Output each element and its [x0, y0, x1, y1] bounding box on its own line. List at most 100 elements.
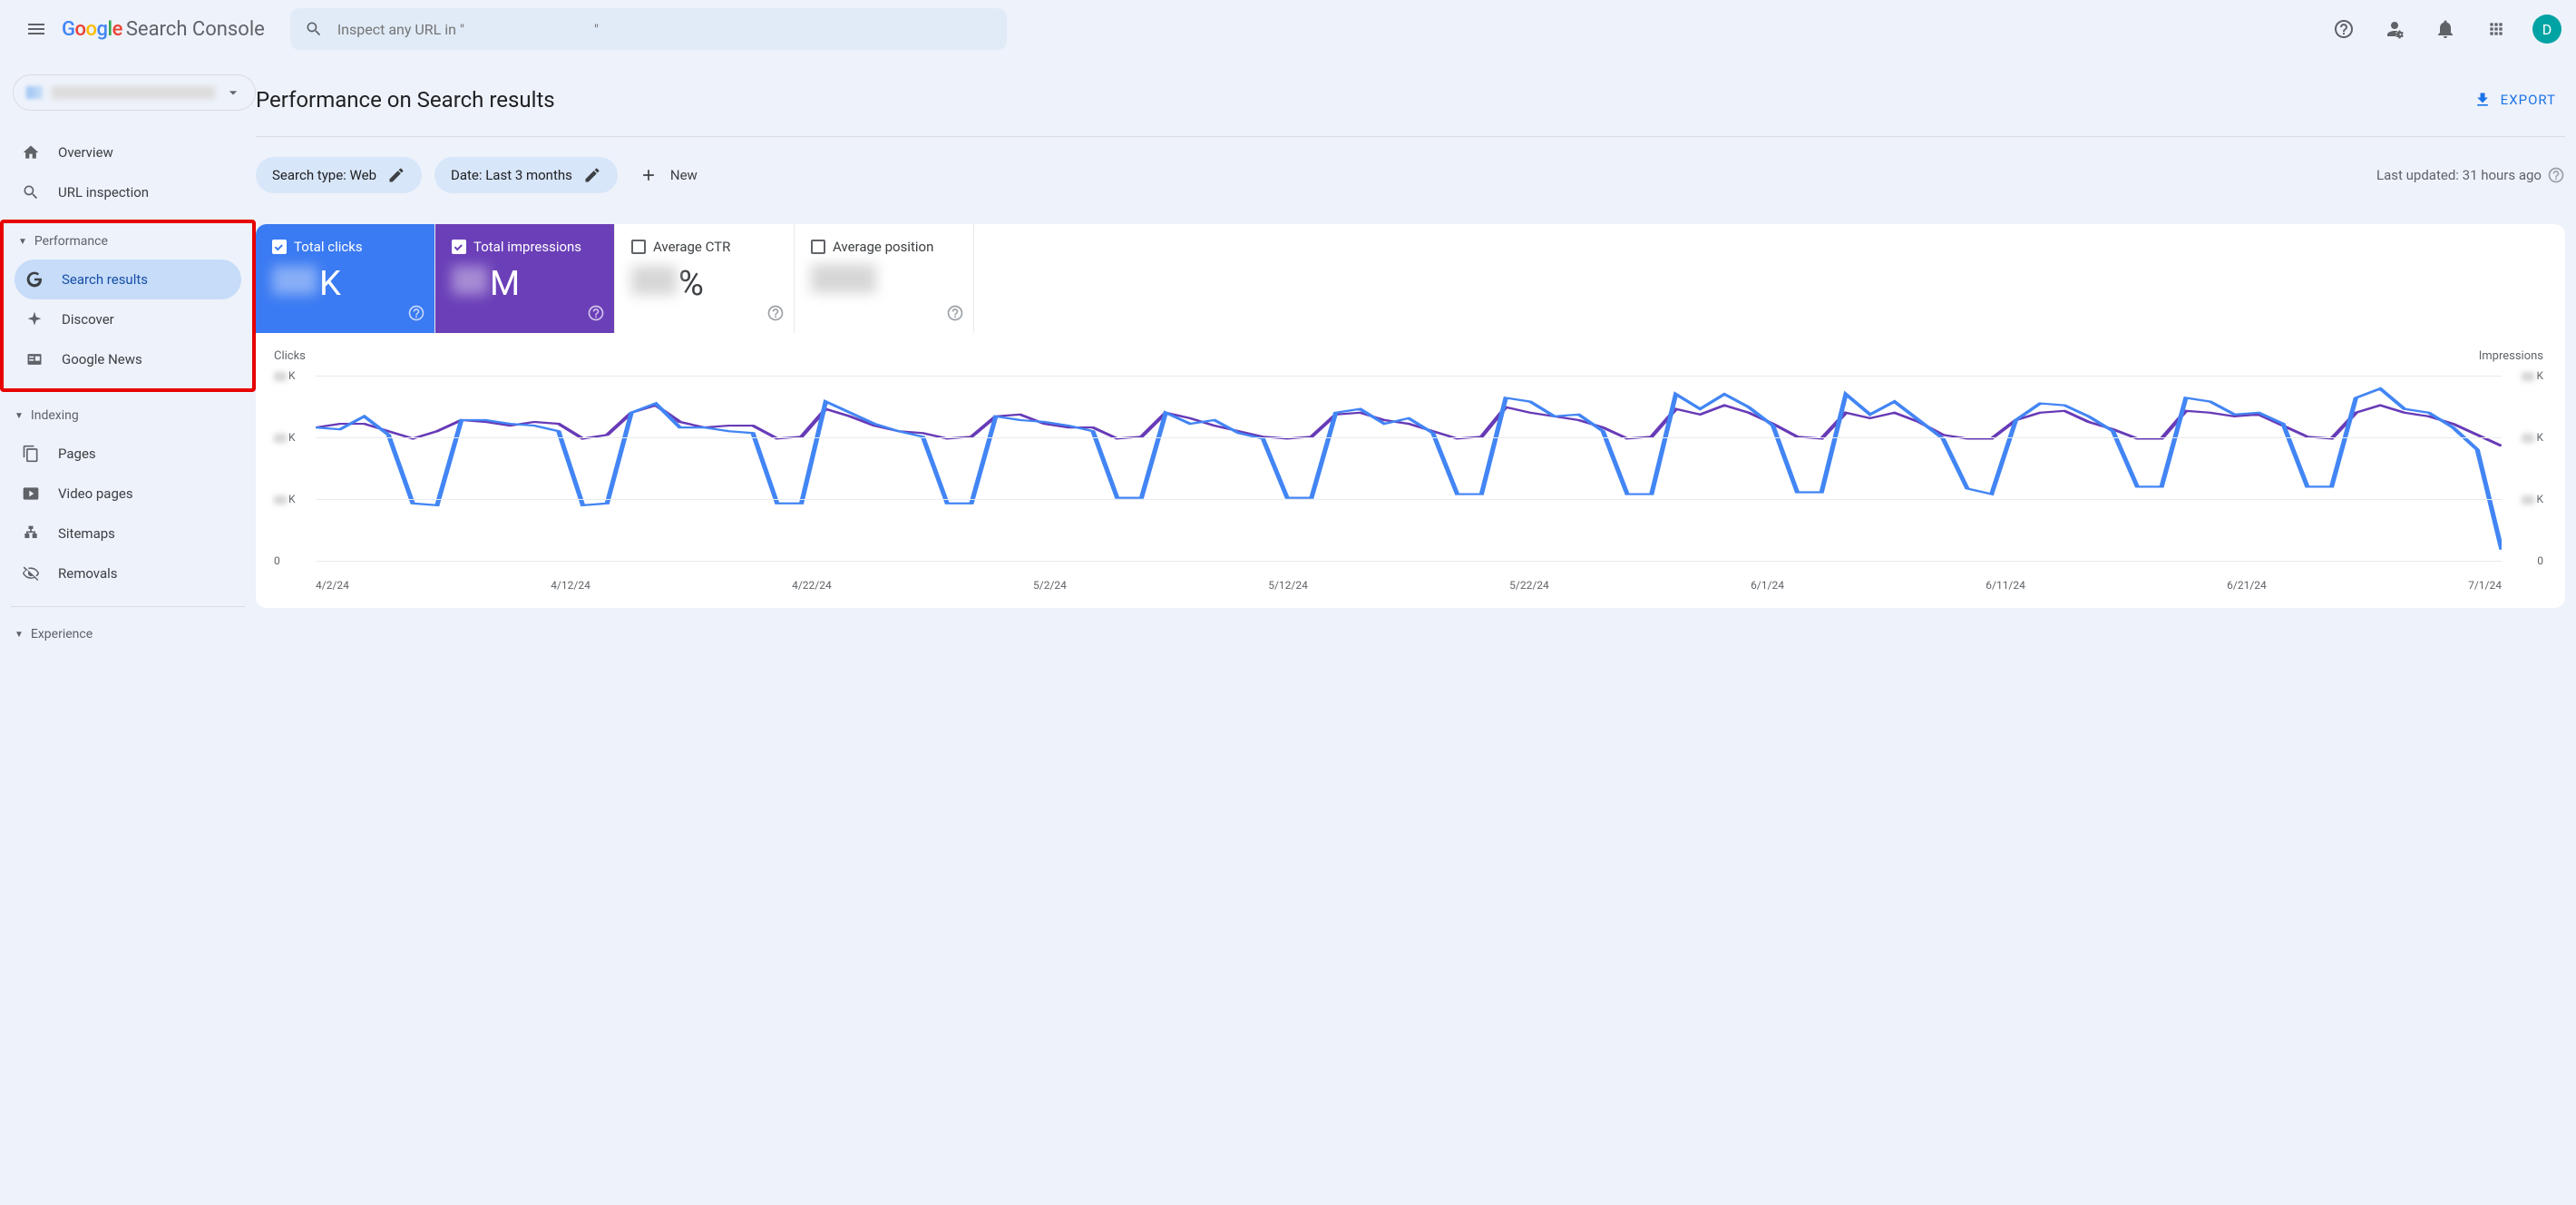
annotation-highlight: ▼ Performance Search results Discover Go…: [0, 220, 256, 392]
metric-label: Total clicks: [294, 239, 363, 255]
x-tick: 7/1/24: [2468, 579, 2502, 592]
metric-value-redacted: [631, 266, 677, 295]
nav-sitemaps[interactable]: Sitemaps: [11, 514, 245, 554]
nav-section-label: Performance: [34, 234, 108, 249]
x-tick: 6/1/24: [1751, 579, 1784, 592]
nav-discover[interactable]: Discover: [15, 299, 241, 339]
chevron-down-icon: ▼: [15, 630, 24, 640]
metric-value-redacted: [452, 266, 488, 295]
nav-section-label: Experience: [31, 627, 93, 642]
logo[interactable]: Google Search Console: [62, 18, 265, 41]
nav-label: URL inspection: [58, 184, 149, 201]
add-filter-button[interactable]: New: [630, 157, 707, 193]
menu-icon: [25, 18, 47, 40]
menu-button[interactable]: [15, 7, 58, 51]
x-tick: 5/12/24: [1268, 579, 1308, 592]
nav-google-news[interactable]: Google News: [15, 339, 241, 379]
help-icon[interactable]: [766, 304, 785, 326]
property-selector[interactable]: [13, 74, 256, 111]
help-button[interactable]: [2322, 7, 2366, 51]
users-button[interactable]: [2373, 7, 2416, 51]
help-icon: [2547, 166, 2565, 184]
url-inspect-bar[interactable]: [290, 8, 1007, 50]
metric-unit: K: [319, 264, 341, 304]
help-icon[interactable]: [407, 304, 425, 326]
account-avatar[interactable]: D: [2532, 15, 2561, 44]
metric-label: Total impressions: [473, 239, 581, 255]
metric-average-position[interactable]: Average position: [795, 224, 974, 333]
x-tick: 6/11/24: [1986, 579, 2025, 592]
help-icon[interactable]: [946, 304, 964, 326]
nav-url-inspection[interactable]: URL inspection: [11, 172, 245, 212]
metric-total-impressions[interactable]: Total impressions M: [435, 224, 615, 333]
help-icon[interactable]: [587, 304, 605, 326]
nav-overview[interactable]: Overview: [11, 132, 245, 172]
last-updated: Last updated: 31 hours ago: [2376, 166, 2565, 184]
nav-video-pages[interactable]: Video pages: [11, 474, 245, 514]
x-axis: 4/2/244/12/244/22/245/2/245/12/245/22/24…: [274, 570, 2543, 592]
left-y-tick: K: [274, 431, 296, 444]
metric-label: Average CTR: [653, 239, 730, 255]
checkbox-icon: [631, 240, 646, 254]
chip-date[interactable]: Date: Last 3 months: [434, 157, 618, 193]
metric-average-ctr[interactable]: Average CTR %: [615, 224, 795, 333]
checkbox-checked-icon: [272, 240, 287, 254]
property-favicon: [26, 86, 43, 99]
right-axis-title: Impressions: [2479, 349, 2543, 363]
main-content: Performance on Search results EXPORT Sea…: [256, 58, 2576, 652]
nav-label: Pages: [58, 446, 96, 462]
checkbox-icon: [811, 240, 825, 254]
nav-section-indexing[interactable]: ▼ Indexing: [11, 397, 245, 434]
metric-label: Average position: [833, 239, 933, 255]
metric-value-redacted: [272, 266, 317, 295]
chart: Clicks Impressions KKKKKK00 4/2/244/12/2…: [256, 333, 2565, 608]
left-axis-title: Clicks: [274, 349, 306, 363]
nav-pages[interactable]: Pages: [11, 434, 245, 474]
chevron-down-icon: ▼: [15, 411, 24, 421]
notifications-button[interactable]: [2424, 7, 2467, 51]
left-y-tick: K: [274, 493, 296, 505]
x-tick: 4/2/24: [316, 579, 349, 592]
nav-section-label: Indexing: [31, 408, 79, 423]
right-y-tick: K: [2522, 431, 2543, 444]
nav-label: Overview: [58, 144, 113, 161]
apps-button[interactable]: [2474, 7, 2518, 51]
export-button[interactable]: EXPORT: [2464, 83, 2565, 116]
news-icon: [25, 350, 44, 368]
chart-svg[interactable]: [316, 367, 2502, 570]
bell-icon: [2435, 18, 2456, 40]
export-label: EXPORT: [2501, 92, 2556, 108]
help-icon: [2333, 18, 2355, 40]
sitemap-icon: [22, 524, 40, 543]
download-icon: [2474, 91, 2492, 109]
x-tick: 4/12/24: [551, 579, 590, 592]
page-title: Performance on Search results: [256, 87, 555, 113]
x-tick: 5/22/24: [1509, 579, 1549, 592]
metric-total-clicks[interactable]: Total clicks K: [256, 224, 435, 333]
logo-product: Search Console: [126, 18, 265, 41]
chip-search-type[interactable]: Search type: Web: [256, 157, 422, 193]
metric-unit: M: [490, 264, 520, 304]
nav-removals[interactable]: Removals: [11, 554, 245, 593]
divider: [11, 606, 245, 607]
x-tick: 5/2/24: [1033, 579, 1067, 592]
nav-label: Video pages: [58, 485, 133, 502]
performance-card: Total clicks K Total impressions M Avera…: [256, 224, 2565, 608]
plus-icon: [639, 166, 658, 184]
left-y-tick: K: [274, 369, 296, 382]
header-actions: D: [2322, 7, 2561, 51]
nav-section-performance[interactable]: ▼ Performance: [15, 223, 241, 260]
chevron-down-icon: ▼: [18, 237, 27, 247]
app-header: Google Search Console D: [0, 0, 2576, 58]
nav-section-experience[interactable]: ▼ Experience: [11, 616, 245, 652]
right-y-tick: K: [2522, 369, 2543, 382]
google-g-icon: [25, 270, 44, 289]
url-inspect-input[interactable]: [337, 21, 992, 38]
nav-search-results[interactable]: Search results: [15, 260, 241, 299]
metric-unit: %: [678, 264, 704, 304]
chevron-down-icon: [224, 83, 242, 102]
nav-label: Sitemaps: [58, 525, 115, 542]
user-settings-icon: [2384, 18, 2405, 40]
search-icon: [305, 20, 323, 38]
right-y-tick: K: [2522, 493, 2543, 505]
